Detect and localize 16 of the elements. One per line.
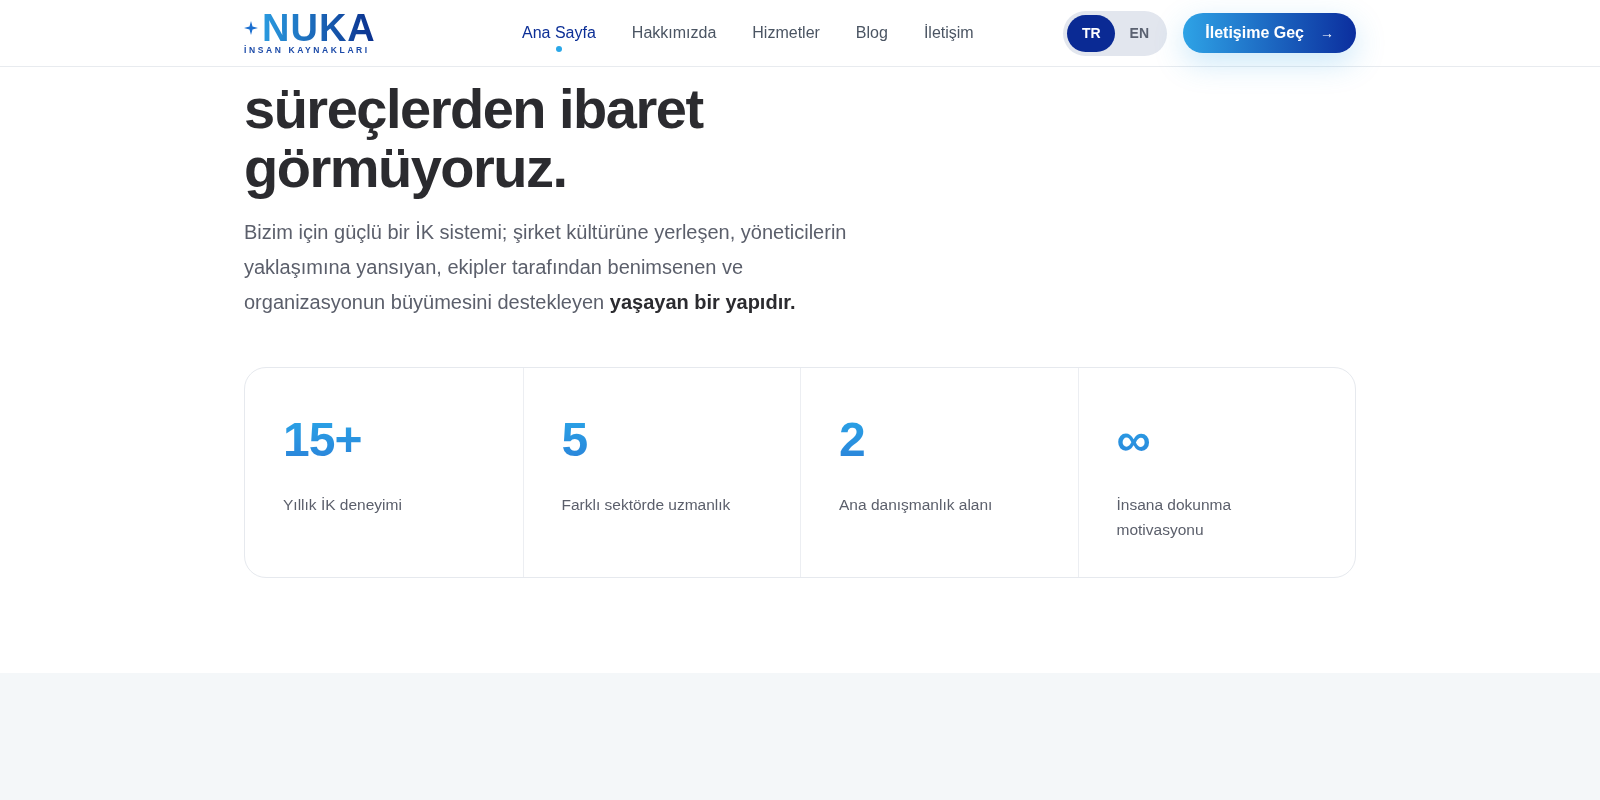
stat-label: Yıllık İK deneyimi bbox=[283, 495, 403, 515]
contact-button[interactable]: İletişime Geç → bbox=[1183, 13, 1356, 53]
nav-link[interactable]: Hakkımızda bbox=[631, 13, 717, 53]
nav-link[interactable]: Blog bbox=[855, 13, 888, 53]
stat-label: Ana danışmanlık alanı bbox=[839, 495, 994, 515]
stat-label: İnsana dokunma motivasyonu bbox=[1116, 495, 1233, 540]
sparkle-icon bbox=[244, 21, 258, 35]
hero-heading: süreçlerden ibaret görmüyoruz. bbox=[244, 79, 705, 197]
stat-label: Farklı sektörde uzmanlık bbox=[561, 495, 732, 515]
hero-description: Bizim için güçlü bir İK sistemi; şirket kültürüne yerleşen, yöneticilerin yaklaşımına yansıyan, ekipler tarafından benimsenen ve organizasyonun büyümesini destekleyen yaşayan bir yapıdır. bbox=[244, 220, 848, 315]
nav-link[interactable]: Hizmetler bbox=[752, 13, 820, 53]
nav-link[interactable]: İletişim bbox=[923, 13, 974, 53]
language-option[interactable]: EN bbox=[1115, 14, 1164, 52]
nav-link[interactable]: Ana Sayfa bbox=[522, 13, 596, 53]
language-option[interactable]: TR bbox=[1067, 14, 1116, 52]
logo-subtitle: İNSAN KAYNAKLARI bbox=[244, 45, 371, 55]
